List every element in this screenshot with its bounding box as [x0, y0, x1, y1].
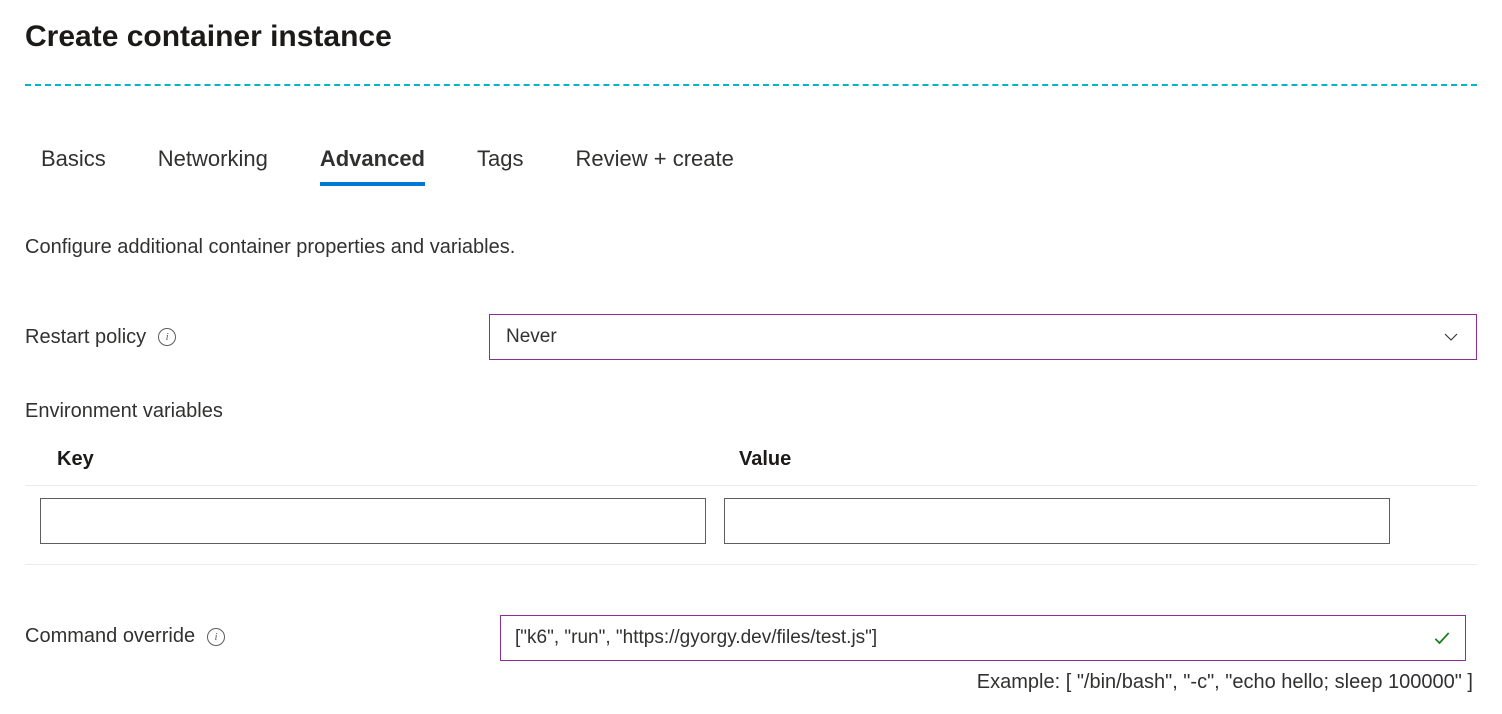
info-icon[interactable]: i — [207, 628, 225, 646]
info-icon[interactable]: i — [158, 328, 176, 346]
env-var-row — [25, 486, 1477, 565]
chevron-down-icon — [1442, 328, 1460, 346]
env-vars-table: Key Value — [25, 448, 1477, 565]
tab-review-create[interactable]: Review + create — [575, 146, 733, 186]
tab-advanced[interactable]: Advanced — [320, 146, 425, 186]
checkmark-icon — [1432, 628, 1452, 648]
section-divider — [25, 84, 1477, 86]
env-key-input[interactable] — [40, 498, 706, 544]
tab-tags[interactable]: Tags — [477, 146, 523, 186]
command-override-label: Command override — [25, 625, 195, 648]
restart-policy-row: Restart policy i Never — [25, 314, 1477, 360]
page-title: Create container instance — [25, 20, 1477, 54]
command-override-example: Example: [ "/bin/bash", "-c", "echo hell… — [500, 671, 1477, 694]
tabs-nav: Basics Networking Advanced Tags Review +… — [25, 146, 1477, 186]
env-value-input[interactable] — [724, 498, 1390, 544]
restart-policy-value: Never — [506, 326, 557, 348]
tab-networking[interactable]: Networking — [158, 146, 268, 186]
env-header-key: Key — [57, 448, 739, 471]
env-header-value: Value — [739, 448, 791, 471]
env-vars-header: Key Value — [25, 448, 1477, 486]
command-override-input[interactable] — [500, 615, 1466, 661]
restart-policy-label: Restart policy — [25, 326, 146, 349]
tab-basics[interactable]: Basics — [41, 146, 106, 186]
restart-policy-select[interactable]: Never — [489, 314, 1477, 360]
env-vars-label: Environment variables — [25, 400, 1477, 423]
tab-description: Configure additional container propertie… — [25, 236, 1477, 259]
